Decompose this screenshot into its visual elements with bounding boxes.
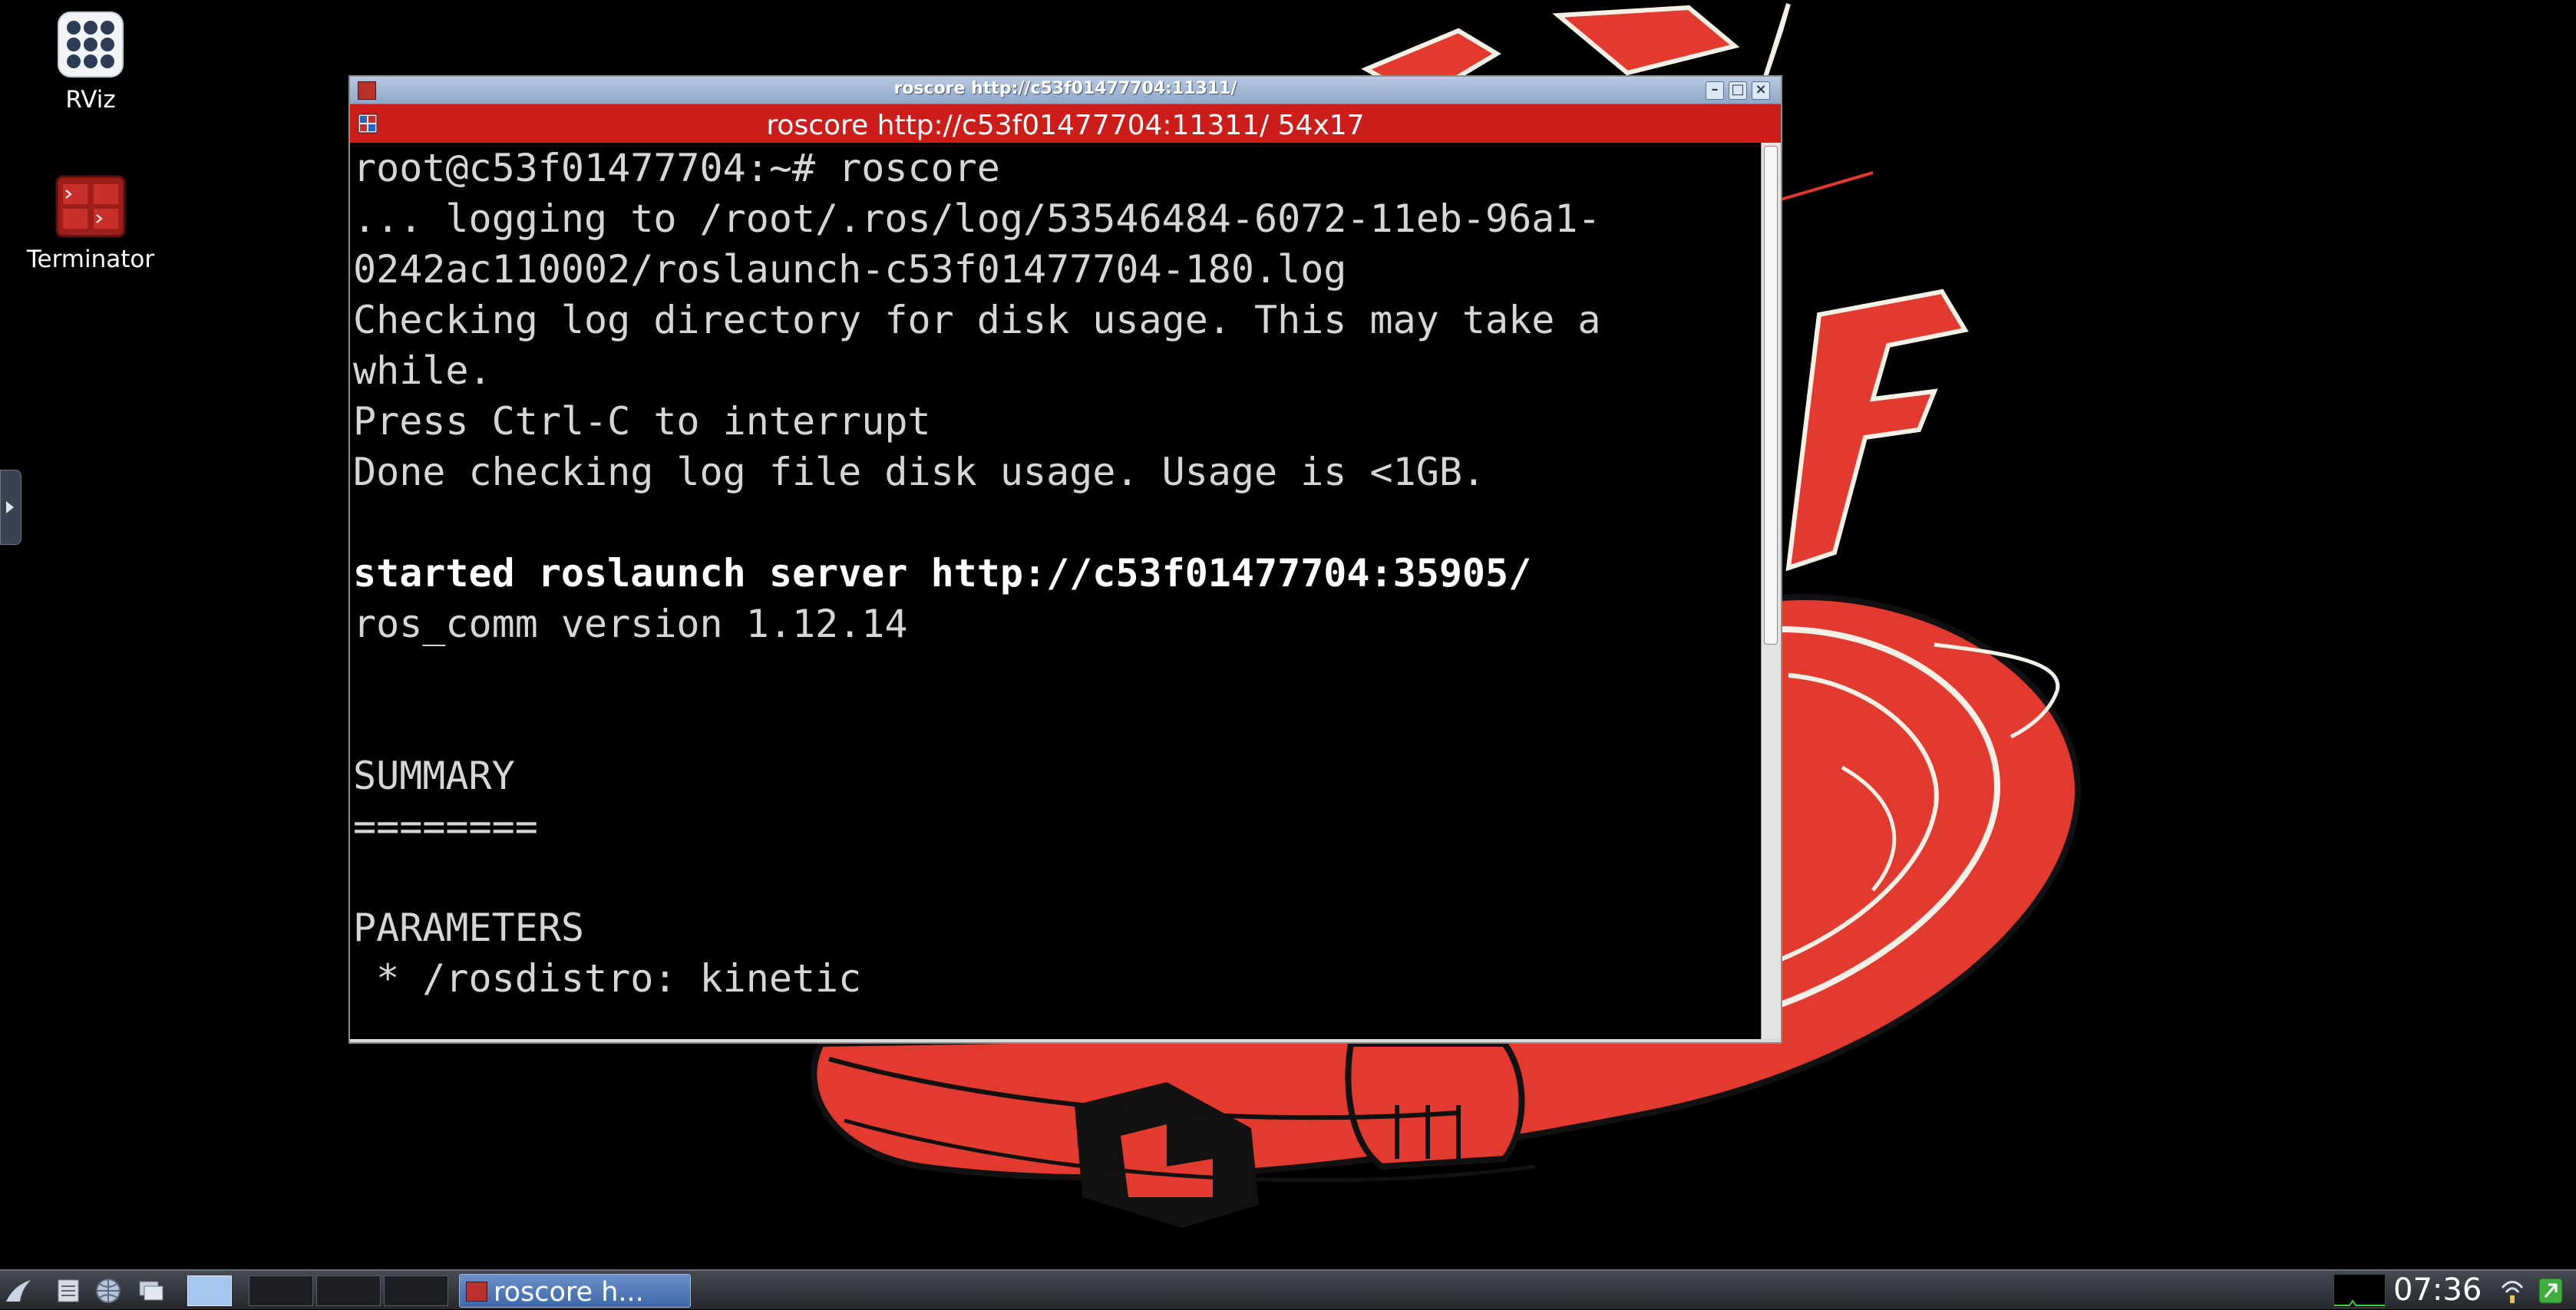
desktop-icon-terminator[interactable]: Terminator [14,175,167,273]
terminal-line: ros_comm version 1.12.14 [353,602,908,646]
taskbar-window-label: roscore h... [494,1277,644,1308]
window-title: roscore http://c53f01477704:11311/ [893,79,1237,98]
terminal-line: ... logging to /root/.ros/log/53546484-6… [353,196,1601,241]
terminal-line: started roslaunch server http://c53f0147… [353,551,1532,596]
terminal-line: ======== [353,804,538,849]
taskbar-window-button[interactable]: roscore h... [459,1274,691,1308]
side-panel-handle[interactable] [0,470,21,545]
terminator-icon [55,175,126,238]
terminal-line: 0242ac110002/roslaunch-c53f01477704-180.… [353,247,1347,292]
terminator-window: roscore http://c53f01477704:11311/ – □ ×… [348,75,1782,1044]
desktop-pager-2[interactable] [249,1275,313,1306]
start-menu-icon[interactable] [5,1277,34,1305]
cpu-graph-icon [2334,1299,2385,1306]
desktop-pager-1[interactable] [187,1275,232,1306]
minimize-button[interactable]: – [1706,81,1724,100]
terminal-titlebar[interactable]: roscore http://c53f01477704:11311/ 54x17 [350,104,1781,143]
taskbar: roscore h... 07:36 [0,1269,2576,1309]
terminal-line: Checking log directory for disk usage. T… [353,298,1601,342]
terminal-line: while. [353,348,492,393]
terminal-output[interactable]: root@c53f01477704:~# roscore ... logging … [350,143,1761,1039]
maximize-button[interactable]: □ [1729,81,1747,100]
desktop-pager-4[interactable] [384,1275,448,1306]
show-desktop-icon[interactable] [137,1277,166,1305]
grid-dots-icon [58,12,124,78]
clock[interactable]: 07:36 [2393,1272,2482,1308]
terminal-scrollbar[interactable] [1761,143,1781,1039]
terminal-line: root@c53f01477704:~# roscore [353,146,1000,190]
terminal-title: roscore http://c53f01477704:11311/ 54x17 [766,110,1365,141]
terminal-line: SUMMARY [353,754,515,798]
logout-icon[interactable] [2538,1277,2564,1305]
desktop-icon-rviz[interactable]: RViz [14,11,167,114]
desktop-pager-3[interactable] [316,1275,381,1306]
network-icon[interactable] [2499,1277,2525,1305]
terminal-line: Press Ctrl-C to interrupt [353,399,931,444]
desktop-icon-label: RViz [65,86,116,114]
cpu-monitor[interactable] [2333,1274,2386,1308]
terminal-line: * /rosdistro: kinetic [353,956,862,1001]
terminal-line: PARAMETERS [353,906,585,950]
chevron-right-icon [6,501,14,513]
file-manager-icon[interactable] [54,1277,83,1305]
window-titlebar[interactable]: roscore http://c53f01477704:11311/ – □ × [350,77,1781,104]
terminal-line: Done checking log file disk usage. Usage… [353,450,1486,494]
web-browser-icon[interactable] [94,1277,123,1305]
desktop-icon-label: Terminator [26,246,155,273]
terminator-icon [466,1282,487,1302]
close-button[interactable]: × [1752,81,1770,100]
scrollbar-thumb[interactable] [1764,146,1778,645]
